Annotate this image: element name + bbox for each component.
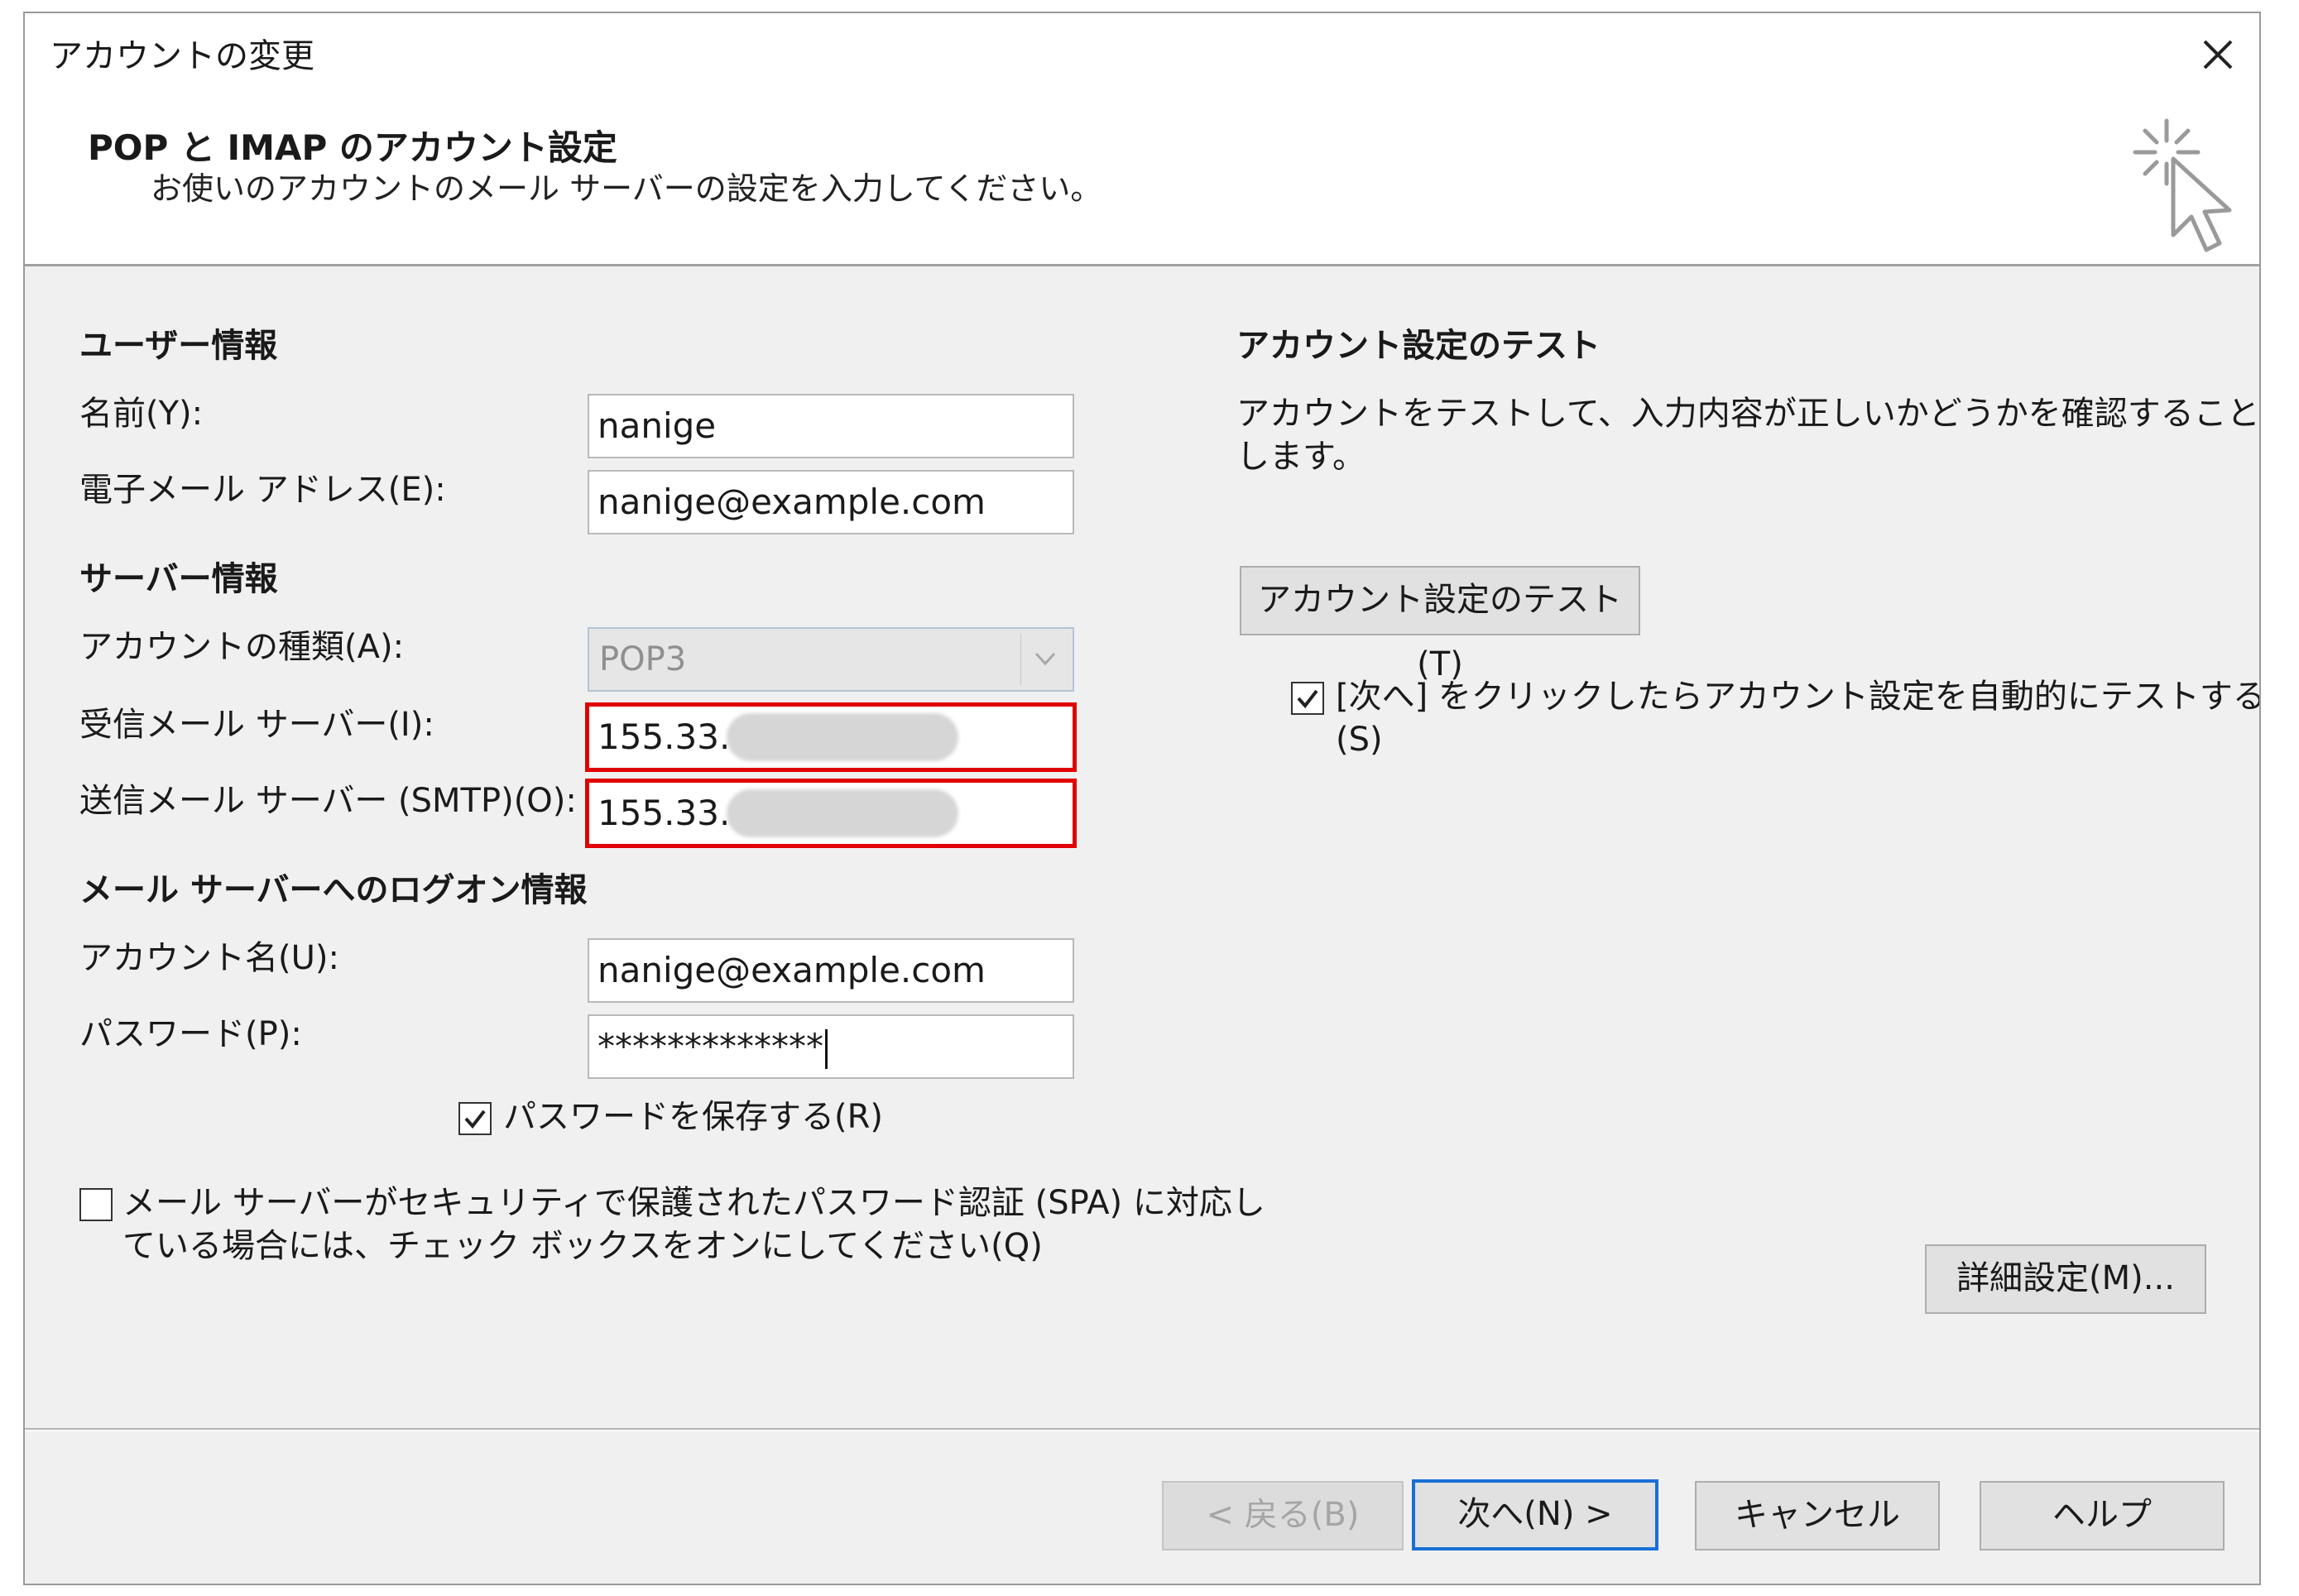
more-settings-button[interactable]: 詳細設定(M)...: [1925, 1244, 2206, 1314]
account-name-input[interactable]: nanige@example.com: [588, 938, 1074, 1003]
account-type-select[interactable]: POP3: [588, 627, 1074, 692]
auto-test-label-line1[interactable]: [次へ] をクリックしたらアカウント設定を自動的にテストする: [1336, 677, 2259, 717]
test-account-button[interactable]: アカウント設定のテスト(T): [1240, 566, 1640, 683]
incoming-server-value: 155.33.: [598, 717, 731, 757]
incoming-server-label: 受信メール サーバー(I):: [79, 706, 434, 744]
outgoing-server-input[interactable]: 155.33.: [585, 779, 1077, 848]
account-settings-dialog: アカウントの変更 POP と IMAP のアカウント設定 お使いのアカウントのメ…: [23, 12, 2261, 1585]
text-cursor: [825, 1028, 828, 1069]
save-password-label[interactable]: パスワードを保存する(R): [503, 1097, 883, 1137]
test-description-line2: します。: [1236, 438, 1365, 476]
window-title: アカウントの変更: [50, 37, 314, 75]
logon-info-heading: メール サーバーへのログオン情報: [79, 871, 588, 909]
next-button[interactable]: 次へ(N) >: [1412, 1479, 1658, 1550]
auto-test-checkbox[interactable]: [1291, 682, 1324, 715]
spa-label-line2[interactable]: ている場合には、チェック ボックスをオンにしてください(Q): [122, 1226, 1043, 1266]
check-icon: [464, 1110, 486, 1129]
account-type-value: POP3: [599, 640, 687, 678]
page-subtitle: お使いのアカウントのメール サーバーの設定を入力してください。: [151, 170, 1102, 207]
name-input[interactable]: nanige: [588, 394, 1074, 458]
page-title: POP と IMAP のアカウント設定: [88, 127, 617, 168]
test-heading: アカウント設定のテスト: [1236, 327, 1601, 365]
redacted-blur: [727, 713, 958, 761]
cancel-button-label: キャンセル: [1735, 1496, 1900, 1534]
name-label: 名前(Y):: [79, 395, 204, 433]
back-button-label: < 戻る(B): [1206, 1496, 1360, 1534]
outgoing-server-label: 送信メール サーバー (SMTP)(O):: [79, 782, 577, 820]
incoming-server-input[interactable]: 155.33.: [585, 702, 1077, 772]
footer-divider-highlight: [25, 1430, 2259, 1431]
chevron-down-icon: [1020, 634, 1069, 685]
back-button[interactable]: < 戻る(B): [1162, 1481, 1404, 1550]
spa-checkbox[interactable]: [79, 1188, 113, 1221]
help-button[interactable]: ヘルプ: [1980, 1481, 2225, 1550]
test-description-line1: アカウントをテストして、入力内容が正しいかどうかを確認することをお勧め: [1236, 395, 2260, 433]
more-settings-button-label: 詳細設定(M)...: [1956, 1259, 2175, 1297]
save-password-checkbox[interactable]: [458, 1102, 492, 1135]
cursor-sparkle-icon: [2127, 113, 2243, 261]
password-label: パスワード(P):: [79, 1015, 302, 1053]
help-button-label: ヘルプ: [2052, 1496, 2152, 1534]
email-label: 電子メール アドレス(E):: [79, 471, 446, 509]
spa-label-line1[interactable]: メール サーバーがセキュリティで保護されたパスワード認証 (SPA) に対応し: [122, 1183, 1265, 1223]
outgoing-server-value: 155.33.: [598, 793, 731, 833]
check-icon: [1297, 689, 1318, 709]
password-value: *************: [598, 1026, 823, 1066]
dialog-header: アカウントの変更 POP と IMAP のアカウント設定 お使いのアカウントのメ…: [25, 13, 2259, 266]
next-button-label: 次へ(N) >: [1457, 1495, 1613, 1533]
password-input[interactable]: *************: [588, 1014, 1074, 1079]
email-input[interactable]: nanige@example.com: [588, 470, 1074, 534]
server-info-heading: サーバー情報: [79, 560, 278, 598]
account-name-label: アカウント名(U):: [79, 939, 339, 977]
redacted-blur: [727, 789, 958, 837]
close-icon[interactable]: [2193, 30, 2243, 79]
user-info-heading: ユーザー情報: [79, 327, 278, 365]
account-type-label: アカウントの種類(A):: [79, 628, 405, 666]
auto-test-label-line2[interactable]: (S): [1336, 720, 1383, 760]
cancel-button[interactable]: キャンセル: [1695, 1481, 1940, 1550]
